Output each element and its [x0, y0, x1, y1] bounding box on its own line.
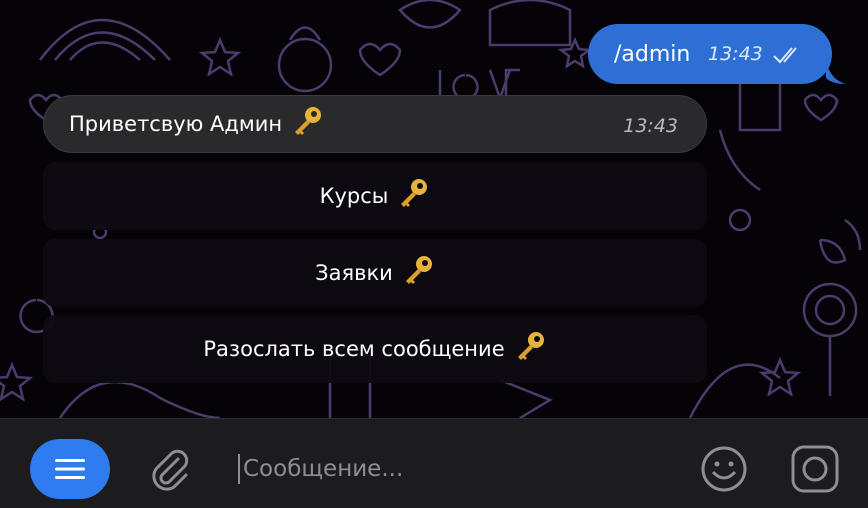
attach-button[interactable]: [146, 445, 194, 497]
key-icon: [513, 330, 547, 369]
inline-button-label: Заявки: [315, 261, 393, 285]
emoji-button[interactable]: [699, 444, 749, 498]
text-caret: [238, 454, 240, 484]
smiley-icon: [701, 446, 747, 492]
incoming-message-bubble[interactable]: Приветсвую Админ 13:43: [43, 95, 707, 153]
inline-button-applications[interactable]: Заявки: [43, 239, 707, 307]
message-input-placeholder: Сообщение...: [243, 456, 404, 482]
incoming-message-text: Приветсвую Админ: [69, 112, 283, 136]
inline-button-broadcast[interactable]: Разослать всем сообщение: [43, 315, 707, 383]
menu-icon: [55, 459, 85, 479]
bot-menu-button[interactable]: [30, 439, 110, 499]
sticker-button[interactable]: [790, 444, 840, 498]
sticker-icon: [791, 445, 839, 493]
incoming-message-time: 13:43: [623, 115, 678, 137]
inline-button-courses[interactable]: Курсы: [43, 162, 707, 230]
message-input[interactable]: Сообщение...: [238, 449, 658, 489]
key-icon: [396, 177, 430, 216]
paperclip-icon: [152, 449, 189, 491]
key-icon: [401, 254, 435, 293]
outgoing-message-bubble[interactable]: /admin 13:43: [588, 24, 846, 84]
outgoing-message-text: /admin: [614, 41, 691, 67]
bubble-tail: [826, 60, 846, 84]
outgoing-message-time: 13:43: [708, 43, 763, 65]
message-input-bar: Сообщение...: [0, 418, 868, 508]
double-check-icon: [772, 44, 804, 70]
key-icon: [290, 105, 324, 143]
inline-button-label: Курсы: [319, 184, 389, 208]
inline-button-label: Разослать всем сообщение: [203, 337, 505, 361]
